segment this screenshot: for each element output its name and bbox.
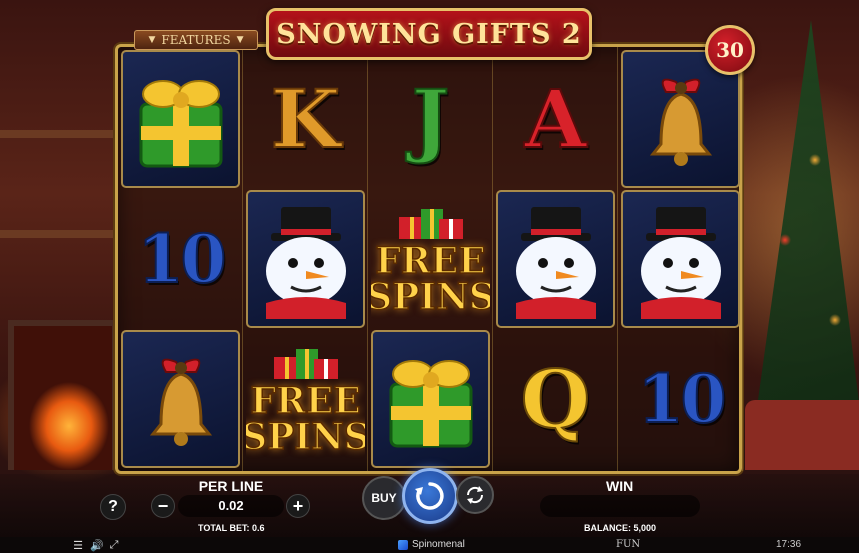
increase-bet-button[interactable]: + [286,494,310,518]
gift-pile-icon [398,209,463,239]
symbol-free-spins: FREE SPINS [371,190,490,328]
symbol-letter: J [411,71,451,167]
autoplay-icon [466,486,484,504]
game-title-plaque: SNOWING GIFTS 2 [266,8,592,60]
spin-button[interactable] [402,468,458,524]
spinomenal-logo-icon [398,539,408,550]
symbol-letter: A [523,71,587,167]
win-label: WIN [606,478,634,494]
total-bet: TOTAL BET: 0.6 [198,523,265,533]
symbol-letter: Q [520,351,592,447]
symbol-letter: 10 [137,219,228,299]
spin-icon [415,482,444,510]
symbol-letter: K [270,71,342,167]
free-spins-line-2: SPINS [246,416,365,458]
fullscreen-icon[interactable]: ⤢ [108,539,120,552]
symbol-snowman [246,190,365,328]
symbol-Q: Q [496,330,615,468]
triangle-down-icon: ▼ [148,35,156,45]
per-line-value: 0.02 [218,498,244,513]
autoplay-button[interactable] [456,476,494,514]
symbol-snowman [496,190,615,328]
symbol-gift-green [121,50,240,188]
reel-area: 10 K FREE SPINS J FREE SPINS A Q 10 [115,44,743,474]
shelf [0,130,118,138]
menu-icon[interactable]: ☰ [72,539,84,552]
features-label: FEATURES [161,33,231,47]
buy-feature-button[interactable]: BUY [362,476,406,520]
free-spins-line-2: SPINS [371,276,490,318]
game-title: SNOWING GIFTS 2 [276,18,582,50]
triangle-down-icon: ▼ [236,35,244,45]
shelf [0,230,118,238]
symbol-K: K [246,50,365,188]
decrease-bet-button[interactable]: − [151,494,175,518]
free-spins-line-1: FREE [375,240,487,282]
symbol-letter: 10 [637,359,728,439]
help-button[interactable]: ? [100,494,126,520]
brand-name: Spinomenal [412,539,465,550]
christmas-tree [751,20,859,450]
win-field [540,495,700,517]
per-line-label: PER LINE [198,478,264,494]
features-button[interactable]: ▼ FEATURES ▼ [134,30,258,50]
balance: BALANCE: 5,000 [584,523,657,533]
symbol-J: J [371,50,490,188]
reel-1: 10 [118,47,243,471]
symbol-10: 10 [621,330,740,468]
symbol-snowman [621,190,740,328]
clock: 17:36 [776,539,802,550]
status-icons: ☰ 🔊 ⤢ [72,539,120,552]
reel-3: J FREE SPINS [368,47,493,471]
free-spins-line-1: FREE [250,380,362,422]
reel-2: K FREE SPINS [243,47,368,471]
play-mode: FUN [616,539,641,550]
symbol-bell [121,330,240,468]
symbol-gift-green [371,330,490,468]
fireplace [8,320,118,470]
reel-4: A Q [493,47,618,471]
gift-pile-icon [273,349,338,379]
sound-icon[interactable]: 🔊 [90,539,104,552]
brand: Spinomenal [398,539,465,550]
symbol-10: 10 [121,190,240,328]
symbol-A: A [496,50,615,188]
symbol-free-spins: FREE SPINS [246,330,365,468]
sofa [745,400,859,470]
reel-5: 10 [618,47,743,471]
lines-badge: 30 [705,25,755,75]
